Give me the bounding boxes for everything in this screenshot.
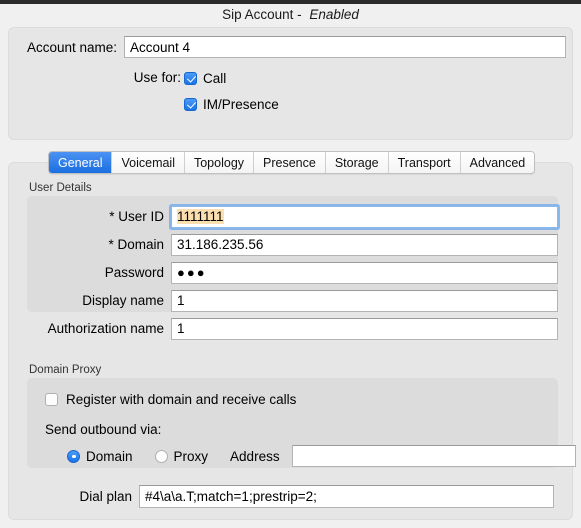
account-name-input[interactable] (124, 36, 566, 58)
use-for-call-row[interactable]: Call (184, 69, 226, 87)
tab-storage[interactable]: Storage (325, 152, 389, 173)
register-with-domain-label: Register with domain and receive calls (66, 392, 297, 407)
radio-proxy-label[interactable]: Proxy (174, 449, 209, 464)
address-label: Address (230, 448, 280, 464)
address-input[interactable] (291, 445, 576, 467)
display-name-row: Display name 1 (27, 290, 558, 312)
tab-bar: General Voicemail Topology Presence Stor… (48, 151, 536, 174)
use-for-im-presence-row[interactable]: IM/Presence (184, 95, 279, 113)
register-with-domain-row[interactable]: Register with domain and receive calls (45, 392, 296, 407)
general-tab-panel: User Details * User ID 1111111 * Domain … (8, 162, 576, 520)
radio-domain-icon[interactable] (67, 449, 80, 463)
user-id-row: * User ID 1111111 (27, 206, 558, 228)
checkbox-im-presence-icon[interactable] (184, 97, 197, 111)
tab-general[interactable]: General (49, 152, 113, 173)
user-id-label: * User ID (109, 209, 164, 224)
user-details-group-title: User Details (29, 182, 92, 194)
password-label: Password (104, 265, 164, 280)
account-panel: Account name: Use for: Call IM/Presence (8, 27, 573, 140)
domain-proxy-group-title: Domain Proxy (29, 364, 102, 376)
tab-advanced[interactable]: Advanced (460, 152, 535, 173)
radio-proxy-icon[interactable] (154, 449, 168, 463)
use-for-label: Use for: (133, 70, 181, 85)
tab-presence[interactable]: Presence (254, 152, 326, 173)
tab-voicemail[interactable]: Voicemail (112, 152, 185, 173)
checkbox-call-icon[interactable] (184, 71, 197, 85)
account-name-row: Account name: (9, 36, 572, 60)
window-title-status: Enabled (309, 7, 359, 22)
tab-transport[interactable]: Transport (388, 152, 461, 173)
authorization-name-label: Authorization name (47, 321, 164, 336)
use-for-im-presence-label: IM/Presence (203, 96, 279, 112)
account-name-label: Account name: (26, 40, 117, 55)
display-name-input[interactable]: 1 (171, 290, 558, 312)
tab-topology[interactable]: Topology (184, 152, 255, 173)
user-id-input[interactable]: 1111111 (171, 206, 558, 228)
domain-input[interactable]: 31.186.235.56 (171, 234, 558, 256)
use-for-call-label: Call (203, 70, 227, 86)
authorization-name-row: Authorization name 1 (27, 318, 558, 340)
radio-domain-label[interactable]: Domain (86, 449, 133, 464)
dial-plan-label: Dial plan (79, 489, 132, 504)
window-title-text: Sip Account - (222, 7, 306, 22)
dial-plan-row: Dial plan #4\a\a.T;match=1;prestrip=2; (9, 485, 572, 509)
send-outbound-controls: Domain Proxy Address (67, 445, 576, 467)
display-name-label: Display name (82, 293, 164, 308)
authorization-name-input[interactable]: 1 (171, 318, 558, 340)
user-details-group-box: * User ID 1111111 * Domain 31.186.235.56… (27, 196, 558, 340)
domain-row: * Domain 31.186.235.56 (27, 234, 558, 256)
password-input[interactable]: ●●● (171, 262, 558, 284)
user-id-value: 1111111 (177, 209, 224, 224)
domain-label: * Domain (108, 237, 164, 252)
window-title: Sip Account - Enabled (0, 4, 581, 26)
send-outbound-label: Send outbound via: (45, 422, 162, 437)
password-row: Password ●●● (27, 262, 558, 284)
domain-proxy-group-box: Register with domain and receive calls S… (27, 378, 576, 468)
dial-plan-input[interactable]: #4\a\a.T;match=1;prestrip=2; (139, 485, 554, 508)
checkbox-register-icon[interactable] (45, 393, 58, 406)
